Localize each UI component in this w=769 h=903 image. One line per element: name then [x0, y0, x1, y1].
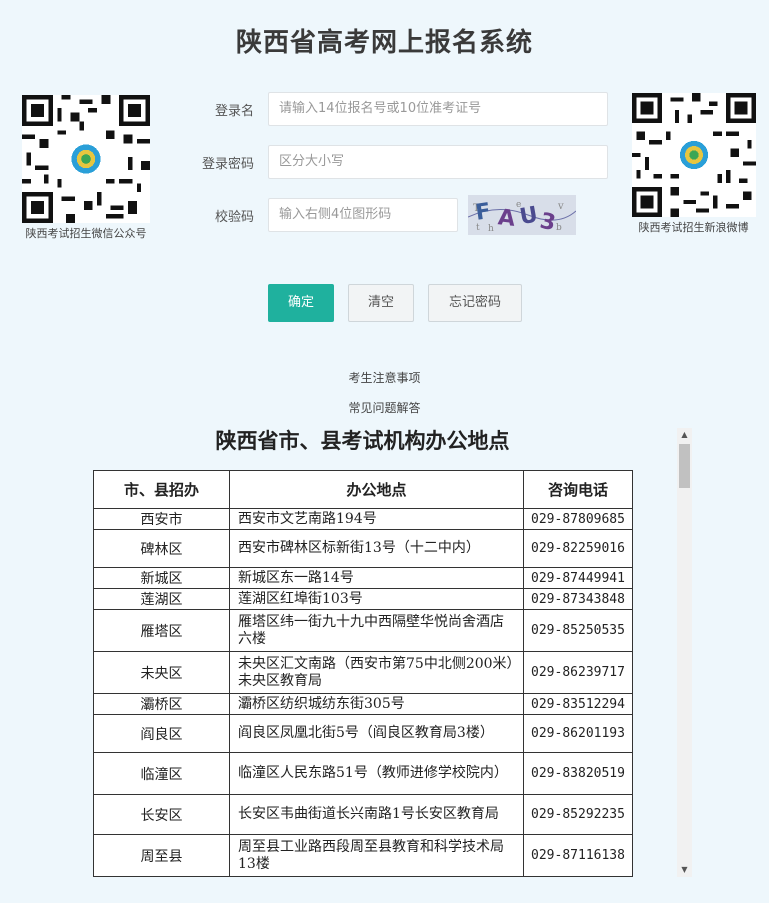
district-cell: 未央区: [93, 651, 230, 694]
column-header-phone: 咨询电话: [523, 470, 633, 509]
wechat-qr-caption: 陕西考试招生微信公众号: [25, 227, 147, 240]
phone-cell: 029-87343848: [523, 588, 633, 610]
scroll-down-icon[interactable]: ▼: [677, 863, 692, 877]
weibo-qr-block: 陕西考试招生新浪微博: [627, 93, 760, 235]
address-cell: 临潼区人民东路51号（教师进修学校院内）: [229, 752, 524, 795]
table-row: 未央区 未央区汇文南路（西安市第75中北侧200米）未央区教育局 029-862…: [93, 651, 633, 694]
address-cell: 灞桥区纺织城纺东街305号: [229, 693, 524, 715]
phone-cell: 029-85250535: [523, 609, 633, 652]
table-row: 临潼区 临潼区人民东路51号（教师进修学校院内） 029-83820519: [93, 752, 633, 795]
district-cell: 周至县: [93, 834, 230, 877]
table-header-row: 市、县招办 办公地点 咨询电话: [93, 470, 633, 509]
district-cell: 灞桥区: [93, 693, 230, 715]
username-input[interactable]: 请输入14位报名号或10位准考证号: [268, 92, 608, 126]
svg-text:h: h: [488, 224, 494, 234]
phone-cell: 029-87449941: [523, 567, 633, 589]
district-cell: 新城区: [93, 567, 230, 589]
table-row: 雁塔区 雁塔区纬一街九十九中西隔壁华悦尚舍酒店六楼 029-85250535: [93, 609, 633, 652]
phone-cell: 029-87809685: [523, 508, 633, 530]
page-title: 陕西省高考网上报名系统: [235, 28, 533, 58]
district-cell: 碑林区: [93, 529, 230, 568]
clear-button[interactable]: 清空: [348, 284, 414, 322]
address-cell: 周至县工业路西段周至县教育和科学技术局13楼: [229, 834, 524, 877]
address-cell: 西安市文艺南路194号: [229, 508, 524, 530]
svg-text:b: b: [556, 223, 562, 233]
table-row: 长安区 长安区韦曲街道长兴南路1号长安区教育局 029-85292235: [93, 794, 633, 835]
address-cell: 西安市碑林区标新街13号（十二中内）: [229, 529, 524, 568]
phone-cell: 029-86201193: [523, 714, 633, 753]
table-row: 周至县 周至县工业路西段周至县教育和科学技术局13楼 029-87116138: [93, 834, 633, 877]
scroll-thumb[interactable]: [679, 444, 690, 488]
district-cell: 雁塔区: [93, 609, 230, 652]
password-row: 登录密码 区分大小写: [180, 144, 608, 180]
svg-text:v: v: [557, 201, 564, 212]
wechat-qr-block: 陕西考试招生微信公众号: [18, 95, 154, 241]
weibo-qr-code-icon: [631, 93, 756, 217]
phone-cell: 029-87116138: [523, 834, 633, 877]
district-cell: 莲湖区: [93, 588, 230, 610]
password-label: 登录密码: [201, 156, 254, 172]
password-input[interactable]: 区分大小写: [268, 145, 608, 179]
table-row: 碑林区 西安市碑林区标新街13号（十二中内） 029-82259016: [93, 529, 633, 568]
weibo-qr-caption: 陕西考试招生新浪微博: [638, 221, 749, 234]
column-header-district: 市、县招办: [93, 470, 230, 509]
address-cell: 雁塔区纬一街九十九中西隔壁华悦尚舍酒店六楼: [229, 609, 524, 652]
captcha-input[interactable]: 输入右侧4位图形码: [268, 198, 458, 232]
address-cell: 长安区韦曲街道长兴南路1号长安区教育局: [229, 794, 524, 835]
table-row: 阎良区 阎良区凤凰北街5号（阎良区教育局3楼） 029-86201193: [93, 714, 633, 753]
address-cell: 新城区东一路14号: [229, 567, 524, 589]
table-row: 西安市 西安市文艺南路194号 029-87809685: [93, 508, 633, 530]
confirm-button[interactable]: 确定: [268, 284, 334, 322]
table-row: 灞桥区 灞桥区纺织城纺东街305号 029-83512294: [93, 693, 633, 715]
district-cell: 长安区: [93, 794, 230, 835]
column-header-address: 办公地点: [229, 470, 524, 509]
captcha-image[interactable]: T e v t h b F A U 3: [468, 195, 576, 235]
district-cell: 临潼区: [93, 752, 230, 795]
faq-link[interactable]: 常见问题解答: [348, 401, 420, 415]
address-cell: 莲湖区红埠街103号: [229, 588, 524, 610]
captcha-label: 校验码: [214, 209, 254, 225]
wechat-qr-code-icon: [22, 95, 150, 223]
phone-cell: 029-85292235: [523, 794, 633, 835]
faq-link-row: 常见问题解答: [0, 399, 769, 416]
captcha-char-2: A: [497, 205, 517, 232]
district-cell: 西安市: [93, 508, 230, 530]
address-cell: 未央区汇文南路（西安市第75中北侧200米）未央区教育局: [229, 651, 524, 694]
offices-panel: 陕西省市、县考试机构办公地点 市、县招办 办公地点 咨询电话 西安市 西安市文艺…: [90, 425, 693, 878]
forgot-password-button[interactable]: 忘记密码: [428, 284, 522, 322]
username-label: 登录名: [214, 103, 254, 119]
username-row: 登录名 请输入14位报名号或10位准考证号: [180, 91, 608, 127]
phone-cell: 029-83820519: [523, 752, 633, 795]
district-cell: 阎良区: [93, 714, 230, 753]
table-row: 莲湖区 莲湖区红埠街103号 029-87343848: [93, 588, 633, 610]
notice-link[interactable]: 考生注意事项: [348, 371, 420, 385]
phone-cell: 029-83512294: [523, 693, 633, 715]
phone-cell: 029-86239717: [523, 651, 633, 694]
offices-table: 市、县招办 办公地点 咨询电话 西安市 西安市文艺南路194号 029-8780…: [93, 470, 633, 877]
captcha-row: 校验码 输入右侧4位图形码 T e v t h b F A U 3: [180, 195, 576, 235]
table-row: 新城区 新城区东一路14号 029-87449941: [93, 567, 633, 589]
address-cell: 阎良区凤凰北街5号（阎良区教育局3楼）: [229, 714, 524, 753]
scroll-up-icon[interactable]: ▲: [677, 428, 692, 442]
notice-link-row: 考生注意事项: [0, 369, 769, 386]
phone-cell: 029-82259016: [523, 529, 633, 568]
offices-scrollbar[interactable]: ▲ ▼: [677, 428, 692, 877]
offices-title: 陕西省市、县考试机构办公地点: [215, 428, 510, 453]
